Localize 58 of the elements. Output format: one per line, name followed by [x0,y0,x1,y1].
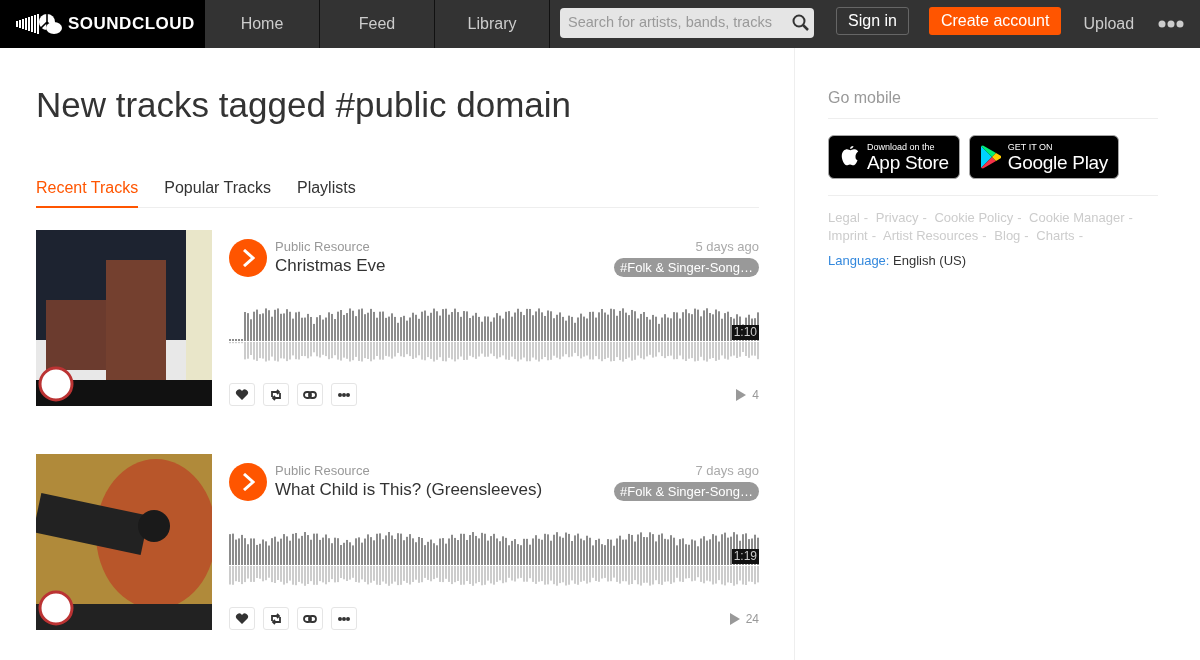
language-link[interactable]: Language: [828,253,890,268]
repost-icon [269,387,283,402]
play-count-icon [736,388,747,401]
repost-button[interactable] [263,383,289,406]
tab[interactable]: Playlists [297,176,356,208]
like-button[interactable] [229,607,255,630]
more-button[interactable] [331,383,357,406]
more-icon[interactable] [1158,20,1185,28]
separator: - [871,228,877,243]
play-count: 24 [745,610,759,628]
repost-button[interactable] [263,607,289,630]
upload-link[interactable]: Upload [1083,0,1135,48]
genre-tag[interactable]: #Folk & Singer-Song… [614,258,759,277]
logo-icon[interactable] [16,13,62,35]
play-icon [241,473,255,491]
play-icon [241,249,255,267]
posted-time: 5 days ago [695,239,759,255]
nav-link[interactable]: Home [205,0,320,48]
artist-link[interactable]: Public Resource [275,239,607,255]
play-triangle-icon [979,145,1002,169]
track-duration: 1:10 [731,325,759,340]
store-badge[interactable]: GET IT ON Google Play [968,135,1120,179]
store-badge[interactable]: Download on the App Store [828,135,960,179]
play-count-icon [729,612,740,625]
genre-tag[interactable]: #Folk & Singer-Song… [614,482,759,501]
language-value: English (US) [893,253,967,268]
separator: - [982,228,987,243]
play-button[interactable] [229,463,267,501]
track-title[interactable]: Christmas Eve [275,255,607,277]
search-field[interactable]: Search for artists, bands, tracks [560,8,814,38]
posted-time: 7 days ago [695,463,759,479]
separator: - [1078,228,1083,243]
play-button[interactable] [229,239,267,277]
separator: - [1017,210,1022,225]
tab[interactable]: Recent Tracks [36,176,139,208]
track-duration: 1:19 [731,549,759,564]
track-title[interactable]: What Child is This? (Greensleeves) [275,479,607,501]
play-count: 4 [752,386,759,404]
separator: - [863,210,869,225]
heart-icon [235,611,249,626]
separator: - [1024,228,1029,243]
repost-icon [269,611,283,626]
separator: - [1128,210,1133,225]
like-button[interactable] [229,383,255,406]
section-heading: Go mobile [828,86,1158,119]
copy-link-button[interactable] [297,383,323,406]
artist-link[interactable]: Public Resource [275,463,607,479]
nav-link[interactable]: Library [435,0,550,48]
search-icon[interactable] [792,14,810,32]
nav-link[interactable]: Feed [320,0,435,48]
copy-link-button[interactable] [297,607,323,630]
sign-in-button[interactable]: Sign in [836,7,909,35]
separator: - [922,210,927,225]
page-heading: New tracks tagged #public domain [36,84,572,126]
heart-icon [235,387,249,402]
create-account-button[interactable]: Create account [928,7,1062,35]
tab[interactable]: Popular Tracks [164,176,271,208]
more-button[interactable] [331,607,357,630]
